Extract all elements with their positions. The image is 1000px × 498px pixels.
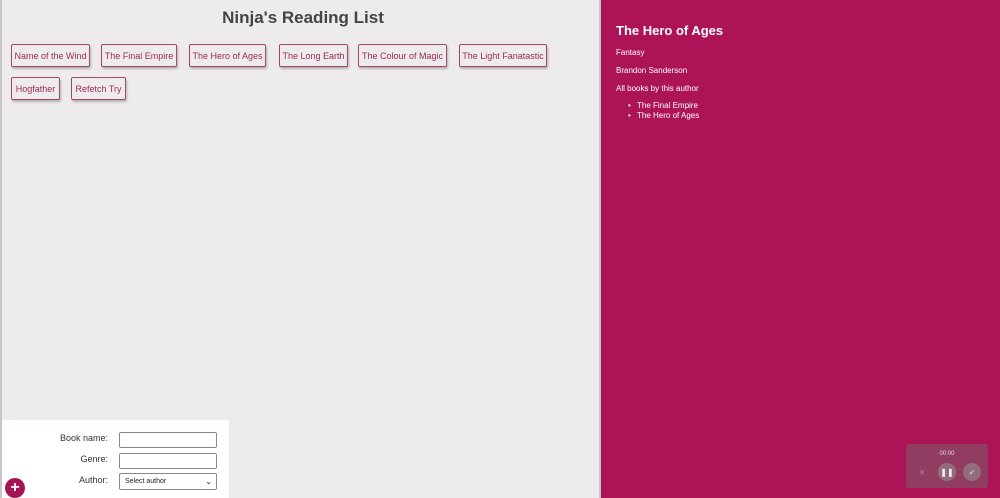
list-item: The Final Empire [628,101,699,111]
add-book-button[interactable]: + [5,478,25,498]
book-details-genre: Fantasy [616,48,645,57]
book-item-the-hero-of-ages[interactable]: The Hero of Ages [189,44,266,67]
book-item-name-of-the-wind[interactable]: Name of the Wind [11,44,90,67]
book-details-title: The Hero of Ages [616,23,724,38]
book-item-the-light-fanatastic[interactable]: The Light Fanatastic [459,44,547,67]
book-item-the-long-earth[interactable]: The Long Earth [279,44,348,67]
check-icon[interactable]: ✓ [963,463,981,481]
genre-label: Genre: [80,454,108,464]
author-books-heading: All books by this author [616,84,699,93]
author-books-list: The Final Empire The Hero of Ages [628,101,699,121]
recorder-timer: 00:00 [939,451,955,457]
pause-icon[interactable]: ❚❚ [938,463,956,481]
add-book-form: Book name: Genre: Author: Select author … [2,420,229,498]
author-select-value: Select author [125,478,167,485]
book-details-panel: The Hero of Ages Fantasy Brandon Sanders… [601,0,1000,498]
book-item-hogfather[interactable]: Hogfather [11,77,60,100]
author-select[interactable]: Select author ⌄ [119,473,217,490]
close-icon[interactable]: ✕ [913,463,931,481]
genre-input[interactable] [119,453,217,469]
book-item-the-colour-of-magic[interactable]: The Colour of Magic [358,44,447,67]
book-details-author: Brandon Sanderson [616,66,688,75]
chevron-down-icon: ⌄ [205,477,212,486]
book-item-refetch-try[interactable]: Refetch Try [71,77,126,100]
book-name-label: Book name: [59,433,108,443]
list-item: The Hero of Ages [628,111,699,121]
book-item-the-final-empire[interactable]: The Final Empire [101,44,177,67]
book-name-input[interactable] [119,432,217,448]
page-title: Ninja's Reading List [222,8,384,27]
recorder-widget: 00:00 ✕ ❚❚ ✓ [906,444,988,488]
